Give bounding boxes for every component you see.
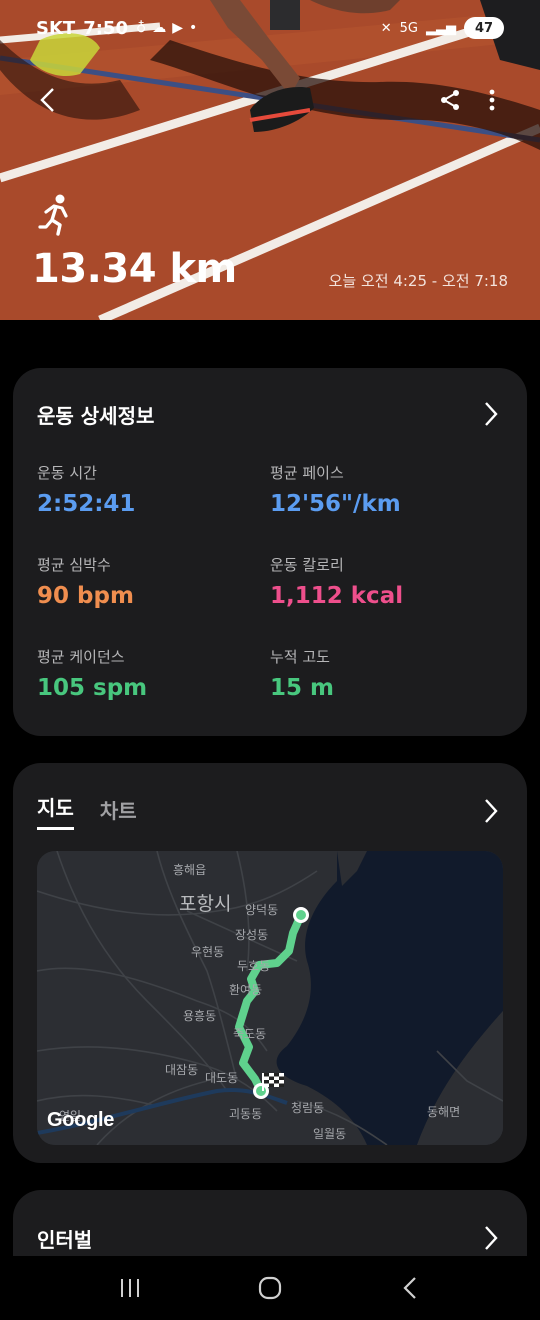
back-button[interactable] [30,82,66,118]
map-label: 대잠동 [165,1063,199,1077]
hero-banner: SKT 7:50 ♁ ☁ ▶ • ✕ 5G ▂▃▅ 47 13.34 km 오늘… [0,0,540,320]
map-label: 우현동 [191,945,225,959]
map-label: 동해면 [427,1105,461,1119]
map-label: 양덕동 [245,903,279,917]
home-icon [258,1276,282,1300]
more-vertical-icon [489,89,495,111]
cloud-icon: ☁ [152,20,167,36]
chevron-right-icon [485,402,498,426]
signal-icon: ▂▃▅ [426,20,456,36]
details-chevron-button[interactable] [479,400,503,428]
interval-chevron-button[interactable] [479,1224,503,1252]
metric-value: 1,112 kcal [270,583,404,609]
carrier-label: SKT [36,17,76,39]
map-label: 괴동동 [229,1107,263,1121]
metric-value: 90 bpm [37,583,134,609]
workout-details-card[interactable]: 운동 상세정보 운동 시간 2:52:41 평균 페이스 12'56"/km 평… [13,368,527,736]
metric-label: 누적 고도 [270,648,330,666]
metric-avg-cadence: 평균 케이던스 105 spm [37,646,257,701]
route-map[interactable]: 흥해읍 포항시 양덕동 장성동 두호동 우현동 환여동 용흥동 죽도동 대잠동 … [37,851,503,1145]
metric-value: 15 m [270,675,334,701]
distance-total: 13.34 km [32,246,237,292]
metric-calories: 운동 칼로리 1,112 kcal [270,554,490,609]
map-label: 청림동 [291,1101,325,1115]
recent-apps-icon [121,1279,139,1297]
battery-level: 47 [474,20,494,36]
metric-duration: 운동 시간 2:52:41 [37,462,257,517]
metric-elevation-gain: 누적 고도 15 m [270,646,490,701]
google-logo: Google [47,1109,115,1131]
metric-value: 12'56"/km [270,491,401,517]
map-label-city: 포항시 [179,893,232,915]
back-icon [403,1277,416,1299]
share-icon [441,90,459,110]
mute-icon: ✕ [380,20,392,36]
more-options-button[interactable] [476,82,508,118]
share-button[interactable] [432,82,468,118]
map-label: 두호동 [237,959,271,973]
chevron-right-icon [485,799,498,823]
metric-label: 평균 페이스 [270,464,344,482]
metric-label: 평균 심박수 [37,556,111,574]
map-label: 대도동 [205,1071,239,1085]
workout-time-range: 오늘 오전 4:25 - 오전 7:18 [328,272,508,290]
map-label: 죽도동 [233,1027,267,1041]
chevron-left-icon [40,88,54,112]
map-label: 장성동 [235,928,269,942]
5g-icon: 5G [399,20,418,36]
tab-map[interactable]: 지도 [37,792,74,830]
chevron-right-icon [485,1226,498,1250]
running-icon [38,194,68,236]
map-label: 용흥동 [183,1009,217,1023]
map-chart-tabs: 지도 차트 [37,792,137,830]
youtube-icon: ▶ [172,20,184,36]
clock: 7:50 [83,17,128,39]
home-button[interactable] [245,1268,295,1308]
interval-card-title: 인터벌 [37,1227,93,1252]
map-label: 일월동 [313,1127,347,1141]
recent-apps-button[interactable] [105,1268,155,1308]
metric-label: 운동 칼로리 [270,556,344,574]
map-card: 지도 차트 흥해읍 포항시 양덕동 장성동 두호동 우현동 환여동 용흥동 죽도… [13,763,527,1163]
back-nav-button[interactable] [385,1268,435,1308]
details-card-title: 운동 상세정보 [37,403,155,428]
metric-value: 105 spm [37,675,148,701]
person-icon: ♁ [135,20,147,36]
map-chevron-button[interactable] [479,797,503,825]
metric-label: 평균 케이던스 [37,648,125,666]
metric-label: 운동 시간 [37,464,97,482]
tab-chart[interactable]: 차트 [100,795,137,830]
map-canvas [37,851,503,1145]
system-nav-bar [0,1256,540,1320]
battery-icon: 47 [464,17,504,39]
metric-value: 2:52:41 [37,491,136,517]
metric-avg-heart-rate: 평균 심박수 90 bpm [37,554,257,609]
map-label: 흥해읍 [173,863,207,877]
status-bar: SKT 7:50 ♁ ☁ ▶ • ✕ 5G ▂▃▅ 47 [0,0,540,56]
map-label: 환여동 [229,983,263,997]
metric-avg-pace: 평균 페이스 12'56"/km [270,462,490,517]
dot-icon: • [189,20,198,36]
